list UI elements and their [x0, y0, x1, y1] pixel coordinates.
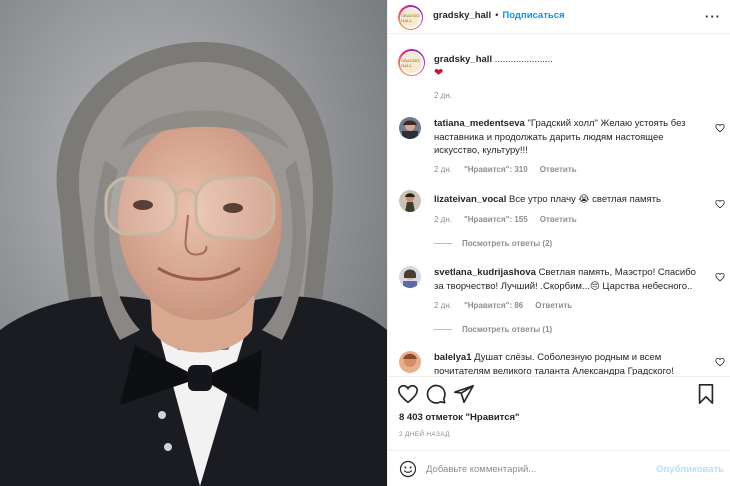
header-username[interactable]: gradsky_hall	[433, 10, 491, 21]
like-icon[interactable]	[397, 383, 419, 405]
post-side-panel: GRADSKY HALL gradsky_hall • Подписаться ··…	[387, 0, 730, 486]
hall-logo: GRADSKY HALL	[401, 57, 421, 68]
comment-icon[interactable]	[425, 383, 447, 405]
post-photo[interactable]	[0, 0, 387, 486]
more-horizontal-icon[interactable]: ···	[705, 9, 721, 24]
commenter-avatar[interactable]	[399, 117, 421, 139]
caption-avatar[interactable]: GRADSKY HALL	[398, 49, 425, 76]
publish-button[interactable]: Опубликовать	[656, 464, 724, 475]
like-comment-icon[interactable]	[715, 199, 725, 209]
add-comment-bar: Опубликовать	[388, 450, 730, 486]
separator-dot: •	[495, 10, 499, 21]
view-replies-label: Посмотреть ответы (1)	[462, 325, 553, 334]
caption-meta: 2 дн.	[434, 91, 464, 100]
reply-button[interactable]: Ответить	[540, 215, 577, 224]
like-comment-icon[interactable]	[715, 123, 725, 133]
replies-line	[434, 243, 452, 244]
bookmark-icon[interactable]	[695, 383, 717, 405]
view-replies-button[interactable]: Посмотреть ответы (2)	[434, 239, 552, 248]
commenter-avatar[interactable]	[399, 266, 421, 288]
caption-time[interactable]: 2 дн.	[434, 91, 452, 100]
commenter-avatar[interactable]	[399, 351, 421, 373]
comment-time[interactable]: 2 дн.	[434, 301, 452, 310]
comment-meta: 2 дн. "Нравится": 86 Ответить	[434, 301, 584, 310]
view-replies-label: Посмотреть ответы (2)	[462, 239, 553, 248]
post-dialog: GRADSKY HALL gradsky_hall • Подписаться ··…	[0, 0, 730, 486]
caption: GRADSKY HALL gradsky_hall ..............…	[388, 49, 730, 119]
profile-avatar[interactable]: GRADSKY HALL	[398, 5, 423, 30]
comment-body: tatiana_medentseva "Градский холл" Желаю…	[434, 117, 696, 158]
comment-time[interactable]: 2 дн.	[434, 215, 452, 224]
comment-item: svetlana_kudrijashova Светлая память, Ма…	[388, 266, 730, 321]
comment-time[interactable]: 2 дн.	[434, 165, 452, 174]
comments-list[interactable]: GRADSKY HALL gradsky_hall ..............…	[388, 35, 730, 375]
replies-line	[434, 329, 452, 330]
comment-item: tatiana_medentseva "Градский холл" Желаю…	[388, 117, 730, 179]
post-header: GRADSKY HALL gradsky_hall • Подписаться ··…	[388, 0, 730, 34]
reply-button[interactable]: Ответить	[540, 165, 577, 174]
commenter-avatar[interactable]	[399, 190, 421, 212]
comment-body: lizateivan_vocal Все утро плачу 😭 светла…	[434, 193, 696, 207]
comment-body: balelya1 Душат слёзы. Соболезную родным …	[434, 351, 696, 375]
share-icon[interactable]	[453, 383, 475, 405]
comment-item: balelya1 Душат слёзы. Соболезную родным …	[388, 351, 730, 375]
comment-item: lizateivan_vocal Все утро плачу 😭 светла…	[388, 190, 730, 230]
like-comment-icon[interactable]	[715, 272, 725, 282]
hall-logo: GRADSKY HALL	[400, 12, 421, 23]
comment-username[interactable]: svetlana_kudrijashova	[434, 267, 536, 278]
comment-text: Все утро плачу 😭 светлая память	[509, 194, 661, 205]
comment-username[interactable]: lizateivan_vocal	[434, 194, 506, 205]
comment-likes[interactable]: "Нравится": 86	[464, 301, 523, 310]
action-bar	[388, 376, 730, 410]
caption-text: ......................	[494, 54, 553, 65]
comment-username[interactable]: tatiana_medentseva	[434, 118, 525, 129]
follow-button[interactable]: Подписаться	[502, 10, 564, 21]
reply-button[interactable]: Ответить	[535, 301, 572, 310]
comment-input[interactable]	[426, 460, 646, 478]
caption-username[interactable]: gradsky_hall	[434, 54, 492, 65]
emoji-icon[interactable]	[399, 460, 417, 478]
view-replies-button[interactable]: Посмотреть ответы (1)	[434, 325, 552, 334]
like-comment-icon[interactable]	[715, 357, 725, 367]
caption-body: gradsky_hall ...................... ❤	[434, 53, 696, 80]
comment-body: svetlana_kudrijashova Светлая память, Ма…	[434, 266, 696, 293]
comment-likes[interactable]: "Нравится": 310	[464, 165, 528, 174]
post-date[interactable]: 2 ДНЕЙ НАЗАД	[399, 431, 450, 438]
comment-meta: 2 дн. "Нравится": 155 Ответить	[434, 215, 589, 224]
heart-emoji: ❤	[434, 66, 444, 79]
comment-username[interactable]: balelya1	[434, 352, 472, 363]
header-user-line: gradsky_hall • Подписаться	[433, 10, 565, 21]
comment-meta: 2 дн. "Нравится": 310 Ответить	[434, 165, 589, 174]
comment-likes[interactable]: "Нравится": 155	[464, 215, 528, 224]
likes-count[interactable]: 8 403 отметок "Нравится"	[399, 412, 520, 423]
portrait-image	[0, 0, 387, 486]
